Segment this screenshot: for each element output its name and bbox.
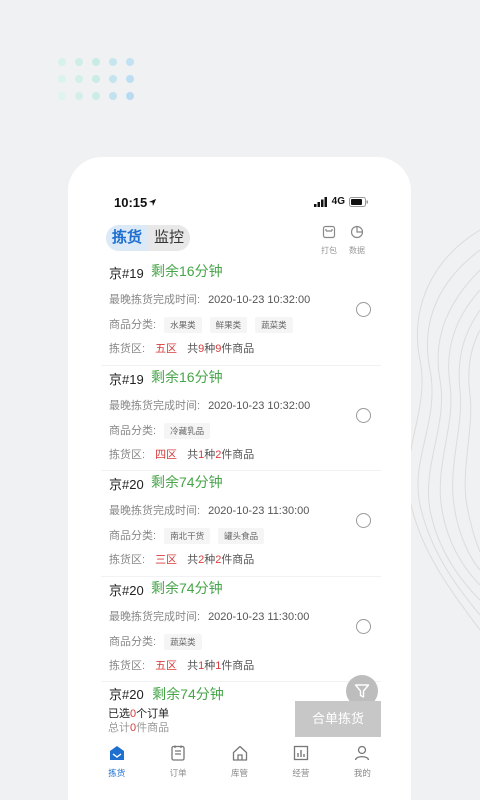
order-deadline: 最晚拣货完成时间: 2020-10-23 11:30:00 <box>109 610 310 623</box>
order-deadline: 最晚拣货完成时间: 2020-10-23 11:30:00 <box>109 505 310 517</box>
order-select-radio[interactable] <box>356 513 371 528</box>
print-icon <box>322 225 336 239</box>
bottom-tab-bar: 拣货 订单 库管 经营 我的 <box>68 740 411 800</box>
item-count: 共9种9件商品 <box>187 343 255 355</box>
category-tag: 鲜果类 <box>209 317 248 333</box>
network-type: 4G <box>331 196 345 207</box>
decorative-dots <box>58 58 138 102</box>
selection-total: 总计0件商品 <box>108 722 170 734</box>
order-title: 京#20 <box>109 582 144 598</box>
item-count: 共2种2件商品 <box>187 554 255 566</box>
tab-bar-picking[interactable]: 拣货 <box>86 740 147 800</box>
order-card[interactable]: 京#20 剩余74分钟 最晚拣货完成时间: 2020-10-23 11:30:00… <box>101 471 381 577</box>
filter-icon <box>354 684 370 698</box>
category-tag: 蔬菜类 <box>164 633 202 650</box>
order-title: 京#20 <box>109 477 144 492</box>
tab-bar-inventory[interactable]: 库管 <box>209 740 270 800</box>
status-time: 10:15 <box>114 195 148 210</box>
order-categories: 商品分类: 蔬菜类 <box>109 633 202 650</box>
tab-bar-operations[interactable]: 经营 <box>270 740 331 800</box>
category-tag: 水果类 <box>164 317 202 333</box>
order-remaining: 剩余74分钟 <box>152 686 224 702</box>
home-icon <box>232 745 247 761</box>
order-card[interactable]: 京#20 剩余74分钟 最晚拣货完成时间: 2020-10-23 11:30:00… <box>101 577 381 682</box>
tab-bar-orders[interactable]: 订单 <box>147 740 208 800</box>
merge-pick-button[interactable]: 合单拣货 <box>295 701 381 737</box>
item-count: 共1种1件商品 <box>187 659 255 672</box>
order-title: 京#19 <box>109 266 144 281</box>
order-icon <box>171 745 185 761</box>
order-title: 京#19 <box>109 371 144 387</box>
order-remaining: 剩余74分钟 <box>151 474 223 490</box>
category-tag: 冷藏乳品 <box>164 422 211 439</box>
zone-value: 五区 <box>155 343 178 355</box>
order-select-radio[interactable] <box>356 302 371 317</box>
zone-value: 三区 <box>155 554 178 566</box>
tab-bar-mine[interactable]: 我的 <box>332 740 393 800</box>
user-icon <box>355 745 370 761</box>
order-deadline: 最晚拣货完成时间: 2020-10-23 10:32:00 <box>109 399 311 412</box>
battery-icon <box>349 196 368 207</box>
pack-button[interactable]: 打包 <box>318 225 340 256</box>
order-card[interactable]: 京#19 剩余16分钟 最晚拣货完成时间: 2020-10-23 10:32:00… <box>101 366 381 471</box>
order-zone: 拣货区: 四区 共1种2件商品 <box>109 448 255 461</box>
order-remaining: 剩余16分钟 <box>151 368 223 385</box>
order-remaining: 剩余74分钟 <box>151 579 223 596</box>
order-deadline: 最晚拣货完成时间: 2020-10-23 10:32:00 <box>109 294 311 306</box>
order-remaining: 剩余16分钟 <box>151 263 223 279</box>
order-zone: 拣货区: 三区 共2种2件商品 <box>109 554 255 566</box>
order-card[interactable]: 京#19 剩余16分钟 最晚拣货完成时间: 2020-10-23 10:32:00… <box>101 260 381 366</box>
tab-picking[interactable]: 拣货 <box>106 225 149 251</box>
category-tag: 罐头食品 <box>218 528 265 544</box>
pack-label: 打包 <box>321 246 337 255</box>
order-list: 京#19 剩余16分钟 最晚拣货完成时间: 2020-10-23 10:32:00… <box>68 260 411 682</box>
phone-screen: 10:15 4G 拣货 监控 打包 数据 京#19 剩余16分钟 最晚拣货完成时… <box>68 157 411 800</box>
order-title: 京#20 <box>109 687 144 702</box>
category-tag: 蔬菜类 <box>255 317 293 333</box>
zone-value: 五区 <box>155 659 178 672</box>
zone-value: 四区 <box>155 448 178 461</box>
order-select-radio[interactable] <box>356 618 371 634</box>
data-button[interactable]: 数据 <box>346 225 368 256</box>
header: 拣货 监控 打包 数据 <box>68 225 411 255</box>
order-zone: 拣货区: 五区 共1种1件商品 <box>109 659 255 672</box>
signal-icon <box>313 196 327 207</box>
order-categories: 商品分类: 水果类 鲜果类 蔬菜类 <box>109 316 293 333</box>
item-count: 共1种2件商品 <box>187 448 255 461</box>
order-card-partial[interactable]: 京#20 剩余74分钟 <box>109 684 224 704</box>
segment-tabs: 拣货 监控 <box>106 225 191 251</box>
status-bar: 10:15 4G <box>68 195 411 213</box>
order-categories: 商品分类: 南北干货 罐头食品 <box>109 527 265 544</box>
order-zone: 拣货区: 五区 共9种9件商品 <box>109 343 255 355</box>
category-tag: 南北干货 <box>164 528 211 544</box>
order-select-radio[interactable] <box>356 407 371 423</box>
bar-chart-icon <box>293 745 309 761</box>
status-right: 4G <box>313 196 369 207</box>
picking-icon <box>109 746 124 760</box>
tab-monitor[interactable]: 监控 <box>148 225 191 251</box>
order-categories: 商品分类: 冷藏乳品 <box>109 422 211 439</box>
location-arrow-icon <box>148 198 157 207</box>
pie-chart-icon <box>350 225 364 239</box>
data-label: 数据 <box>349 246 365 255</box>
